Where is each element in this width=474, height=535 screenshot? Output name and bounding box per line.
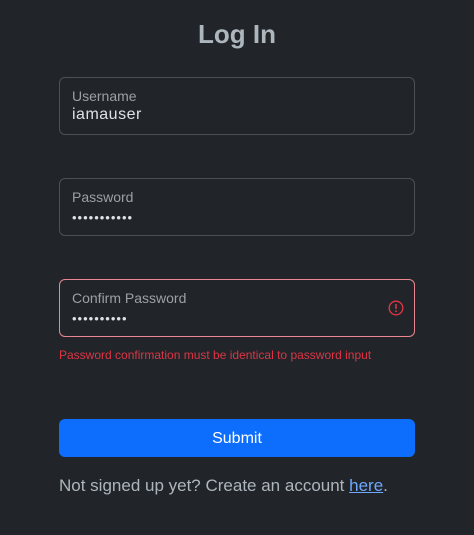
confirm-password-field[interactable]: Confirm Password •••••••••• xyxy=(59,279,415,337)
password-field[interactable]: Password ••••••••••• xyxy=(59,178,415,236)
exclamation-circle-icon xyxy=(388,300,404,316)
username-value[interactable]: iamauser xyxy=(72,105,142,125)
password-label: Password xyxy=(72,189,134,205)
signup-prompt: Not signed up yet? Create an account her… xyxy=(59,476,388,496)
confirm-password-error: Password confirmation must be identical … xyxy=(59,348,372,362)
signup-suffix: . xyxy=(383,476,388,495)
confirm-password-value[interactable]: •••••••••• xyxy=(72,309,128,329)
submit-button[interactable]: Submit xyxy=(59,419,415,457)
page-title: Log In xyxy=(198,19,276,49)
username-label: Username xyxy=(72,88,137,104)
login-page: Log In Username iamauser Password ••••••… xyxy=(0,0,474,535)
username-field[interactable]: Username iamauser xyxy=(59,77,415,135)
signup-link[interactable]: here xyxy=(349,476,383,495)
password-value[interactable]: ••••••••••• xyxy=(72,208,133,228)
signup-prefix: Not signed up yet? Create an account xyxy=(59,476,350,495)
confirm-password-label: Confirm Password xyxy=(72,290,187,306)
